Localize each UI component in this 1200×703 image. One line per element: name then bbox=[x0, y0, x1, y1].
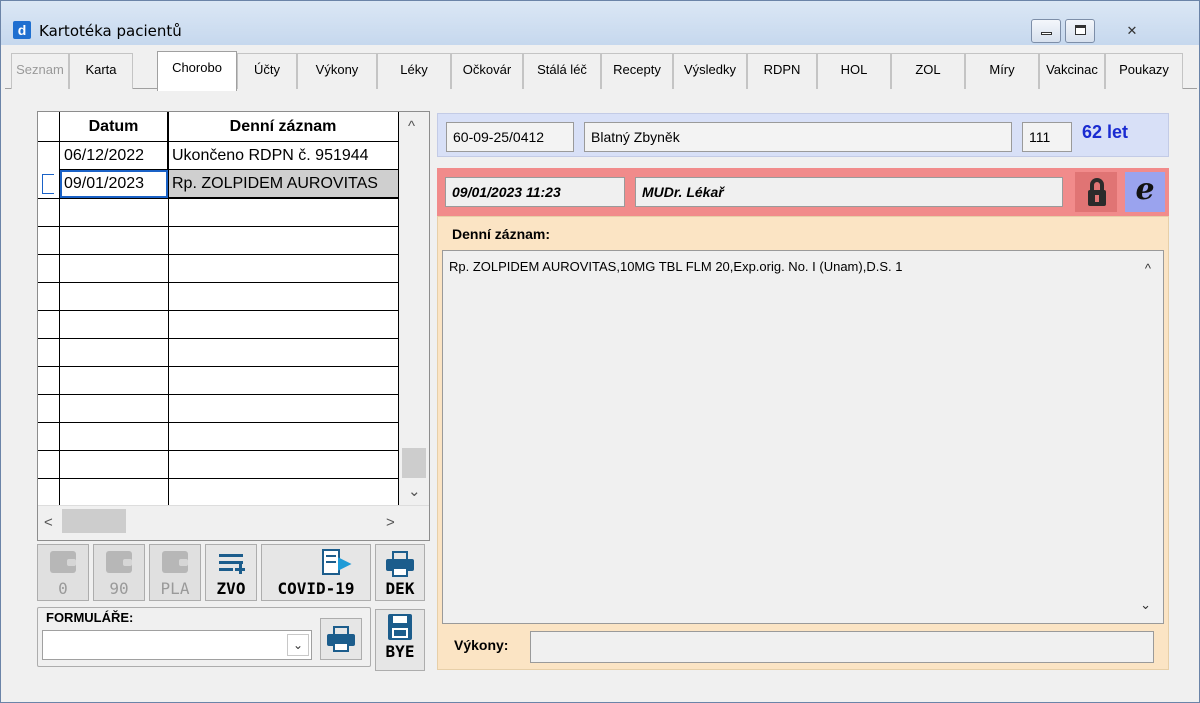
dek-button[interactable]: DEK bbox=[375, 544, 425, 601]
column-header-entry[interactable]: Denní záznam bbox=[168, 112, 399, 142]
patient-name-field[interactable]: Blatný Zbyněk bbox=[584, 122, 1012, 152]
printer-icon bbox=[327, 626, 355, 652]
maximize-icon bbox=[1075, 25, 1086, 35]
horizontal-scrollbar[interactable]: < > bbox=[38, 505, 429, 540]
vertical-scrollbar[interactable]: ^ ⌄ bbox=[399, 112, 429, 505]
wallet-icon bbox=[106, 551, 132, 573]
tab-zol[interactable]: ZOL bbox=[891, 53, 965, 89]
list-add-icon bbox=[217, 551, 245, 577]
lock-button[interactable] bbox=[1075, 172, 1117, 212]
scroll-left-icon[interactable]: < bbox=[44, 514, 53, 531]
tab-hol[interactable]: HOL bbox=[817, 53, 891, 89]
tab-ucty[interactable]: Účty bbox=[237, 53, 297, 89]
forms-select[interactable]: ⌄ bbox=[42, 630, 312, 660]
tab-chorobo[interactable]: Chorobo bbox=[157, 51, 237, 91]
scroll-up-icon[interactable]: ^ bbox=[1145, 261, 1151, 276]
chevron-down-icon[interactable]: ⌄ bbox=[287, 634, 309, 656]
scroll-right-icon[interactable]: > bbox=[386, 514, 395, 531]
scroll-up-icon[interactable]: ^ bbox=[408, 118, 415, 135]
tab-leky[interactable]: Léky bbox=[377, 53, 451, 89]
title-bar: d Kartotéka pacientů ✕ bbox=[1, 1, 1199, 45]
wallet-90-button[interactable]: 90 bbox=[93, 544, 145, 601]
scroll-down-icon[interactable]: ⌄ bbox=[408, 482, 421, 500]
table-row-date-selected[interactable]: 09/01/2023 bbox=[60, 170, 168, 198]
daily-record-textarea[interactable]: Rp. ZOLPIDEM AUROVITAS,10MG TBL FLM 20,E… bbox=[442, 250, 1164, 624]
maximize-button[interactable] bbox=[1065, 19, 1095, 43]
forms-group: FORMULÁŘE: ⌄ bbox=[37, 607, 371, 667]
close-icon: ✕ bbox=[1126, 23, 1138, 38]
save-disk-icon bbox=[388, 614, 412, 640]
chorobopis-panel: Datum Denní záznam 06/12/2022 Ukončeno R… bbox=[5, 89, 1197, 691]
printer-icon bbox=[386, 551, 414, 577]
tab-recepty[interactable]: Recepty bbox=[601, 53, 673, 89]
wallet-pla-label: PLA bbox=[160, 579, 190, 598]
wallet-0-label: 0 bbox=[58, 579, 68, 598]
tab-miry[interactable]: Míry bbox=[965, 53, 1039, 89]
procedures-label: Výkony: bbox=[454, 637, 509, 653]
insurance-code-field[interactable]: 111 bbox=[1022, 122, 1072, 152]
table-row-date[interactable]: 06/12/2022 bbox=[60, 142, 168, 170]
tab-rdpn[interactable]: RDPN bbox=[747, 53, 817, 89]
vertical-scroll-thumb[interactable] bbox=[402, 448, 426, 478]
window-title: Kartotéka pacientů bbox=[39, 22, 182, 40]
tab-poukazy[interactable]: Poukazy bbox=[1105, 53, 1183, 89]
tab-seznam[interactable]: Seznam bbox=[11, 53, 69, 89]
tab-ockovani[interactable]: Očkovár bbox=[451, 53, 523, 89]
table-row-entry-selected[interactable]: Rp. ZOLPIDEM AUROVITAS bbox=[168, 170, 399, 198]
bye-label: BYE bbox=[385, 642, 415, 661]
document-cross-icon bbox=[320, 549, 352, 577]
zvo-button[interactable]: ZVO bbox=[205, 544, 257, 601]
tab-vykony[interactable]: Výkony bbox=[297, 53, 377, 89]
e-prescription-button[interactable]: e bbox=[1125, 172, 1165, 212]
patient-header: 60-09-25/0412 Blatný Zbyněk 111 62 let bbox=[437, 113, 1169, 157]
current-row-indicator bbox=[42, 174, 54, 194]
daily-record-section: Denní záznam: Rp. ZOLPIDEM AUROVITAS,10M… bbox=[437, 216, 1169, 670]
minimize-button[interactable] bbox=[1031, 19, 1061, 43]
record-datetime-field[interactable]: 09/01/2023 11:23 bbox=[445, 177, 625, 207]
table-row-entry[interactable]: Ukončeno RDPN č. 951944 bbox=[168, 142, 399, 170]
tab-bar: Seznam Karta Chorobo Účty Výkony Léky Oč… bbox=[5, 51, 1197, 91]
row-indicator-header bbox=[38, 112, 60, 142]
covid-19-button[interactable]: COVID-19 bbox=[261, 544, 371, 601]
wallet-icon bbox=[162, 551, 188, 573]
wallet-90-label: 90 bbox=[109, 579, 129, 598]
wallet-icon bbox=[50, 551, 76, 573]
tab-karta[interactable]: Karta bbox=[69, 53, 133, 89]
minimize-icon bbox=[1041, 32, 1052, 35]
wallet-pla-button[interactable]: PLA bbox=[149, 544, 201, 601]
doctor-field[interactable]: MUDr. Lékař bbox=[635, 177, 1063, 207]
patient-age: 62 let bbox=[1082, 122, 1129, 142]
birth-number-field[interactable]: 60-09-25/0412 bbox=[446, 122, 574, 152]
dek-label: DEK bbox=[385, 579, 415, 598]
tab-vakcinace[interactable]: Vakcinac bbox=[1039, 53, 1105, 89]
column-header-date[interactable]: Datum bbox=[60, 112, 168, 142]
daily-record-label: Denní záznam: bbox=[452, 226, 551, 242]
close-button[interactable]: ✕ bbox=[1103, 19, 1161, 43]
forms-print-button[interactable] bbox=[320, 618, 362, 660]
covid-19-label: COVID-19 bbox=[277, 579, 355, 598]
record-grid[interactable]: Datum Denní záznam 06/12/2022 Ukončeno R… bbox=[37, 111, 430, 541]
tab-vysledky[interactable]: Výsledky bbox=[673, 53, 747, 89]
forms-label: FORMULÁŘE: bbox=[46, 610, 134, 625]
daily-record-text: Rp. ZOLPIDEM AUROVITAS,10MG TBL FLM 20,E… bbox=[449, 259, 903, 274]
patient-card-window: d Kartotéka pacientů ✕ Seznam Karta Chor… bbox=[0, 0, 1200, 703]
procedures-field[interactable] bbox=[530, 631, 1154, 663]
tab-stala-lecba[interactable]: Stálá léč bbox=[523, 53, 601, 89]
wallet-0-button[interactable]: 0 bbox=[37, 544, 89, 601]
record-header: 09/01/2023 11:23 MUDr. Lékař e bbox=[437, 168, 1169, 216]
app-icon: d bbox=[13, 21, 31, 39]
scroll-down-icon[interactable]: ⌄ bbox=[1140, 597, 1151, 613]
horizontal-scroll-thumb[interactable] bbox=[62, 509, 126, 533]
zvo-label: ZVO bbox=[216, 579, 246, 598]
bye-button[interactable]: BYE bbox=[375, 609, 425, 671]
